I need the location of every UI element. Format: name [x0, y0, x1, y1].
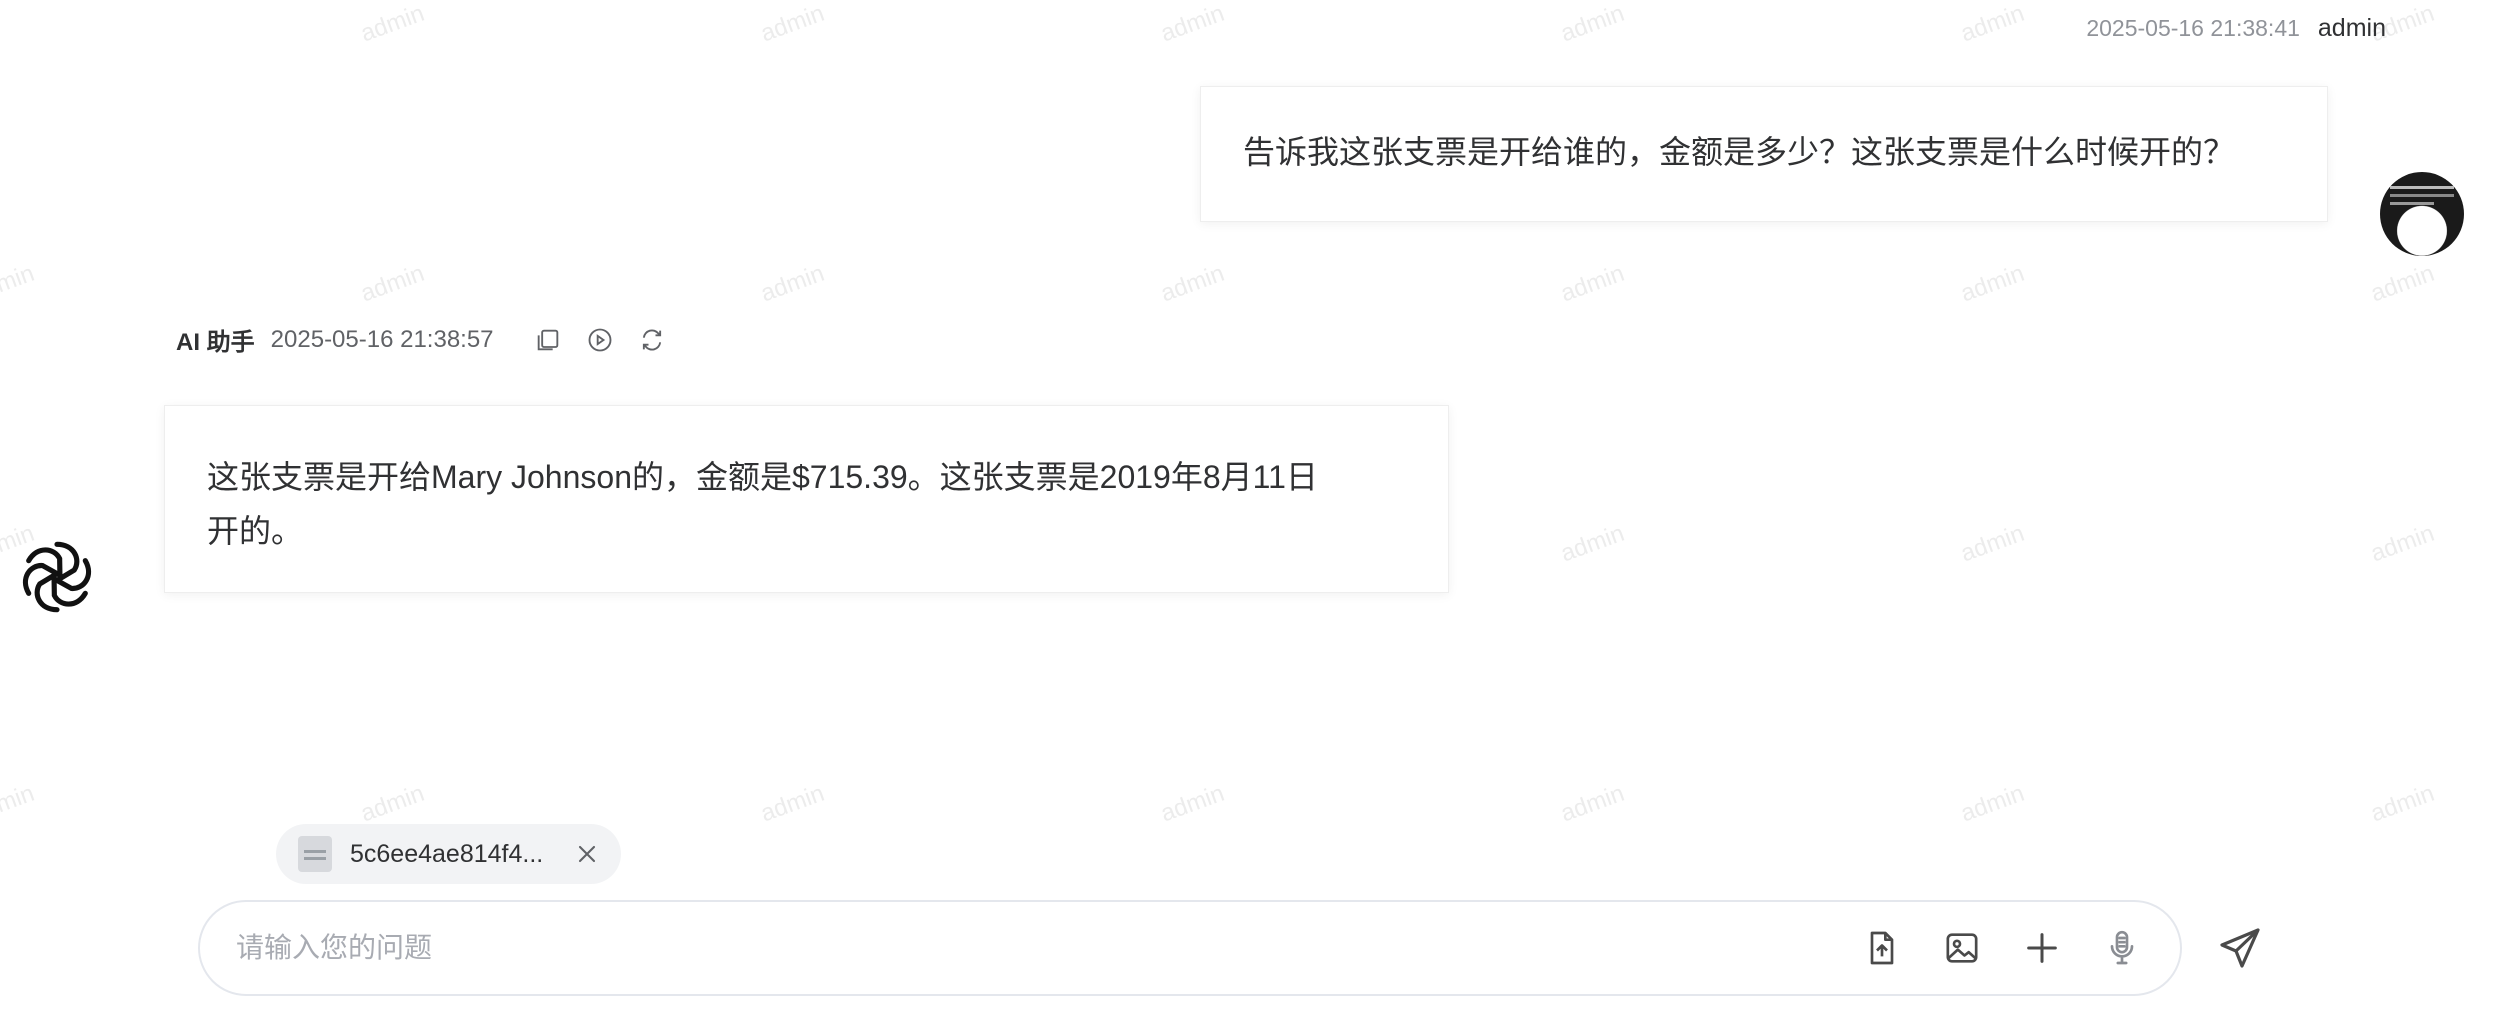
- watermark: admin: [1557, 779, 1628, 828]
- ai-assistant-name: AI 助手: [176, 329, 255, 356]
- user-message-timestamp: 2025-05-16 21:38:41: [2086, 15, 2300, 41]
- ai-message-timestamp: 2025-05-16 21:38:57: [270, 325, 494, 353]
- watermark: admin: [1957, 779, 2028, 828]
- upload-file-icon[interactable]: [1858, 924, 1906, 972]
- watermark: admin: [357, 779, 428, 828]
- watermark: admin: [1957, 0, 2028, 48]
- play-icon[interactable]: [584, 324, 616, 356]
- watermark: admin: [1957, 519, 2028, 568]
- attachment-filename: 5c6ee4ae814f4...: [350, 839, 544, 868]
- ai-message-meta: AI 助手 2025-05-16 21:38:57: [176, 322, 668, 357]
- watermark: admin: [1157, 0, 1228, 48]
- image-thumbnail-icon: [298, 836, 332, 872]
- microphone-icon[interactable]: [2098, 924, 2146, 972]
- watermark: admin: [357, 259, 428, 308]
- watermark: admin: [1157, 259, 1228, 308]
- watermark: admin: [1957, 259, 2028, 308]
- ai-message-text-line: 这张支票是开给Mary Johnson的，金额是$715.39。这张支票是201…: [207, 459, 1318, 495]
- refresh-icon[interactable]: [636, 324, 668, 356]
- send-icon: [2220, 928, 2260, 968]
- watermark: admin: [1157, 779, 1228, 828]
- question-input[interactable]: [234, 931, 1826, 965]
- watermark: admin: [0, 259, 38, 308]
- attachment-chip[interactable]: 5c6ee4ae814f4...: [276, 824, 621, 884]
- ai-message-bubble: 这张支票是开给Mary Johnson的，金额是$715.39。这张支票是201…: [164, 405, 1449, 593]
- watermark: admin: [757, 0, 828, 48]
- watermark: admin: [357, 0, 428, 48]
- send-button[interactable]: [2200, 904, 2280, 992]
- chat-input-bar: [198, 900, 2182, 996]
- user-message-meta: 2025-05-16 21:38:41 admin: [2086, 14, 2386, 43]
- watermark: admin: [1557, 519, 1628, 568]
- user-message-bubble: 告诉我这张支票是开给谁的，金额是多少？这张支票是什么时候开的？: [1200, 86, 2328, 222]
- user-message-text: 告诉我这张支票是开给谁的，金额是多少？这张支票是什么时候开的？: [1243, 134, 2236, 170]
- watermark: admin: [1557, 0, 1628, 48]
- close-icon[interactable]: [573, 840, 601, 868]
- watermark: admin: [2367, 259, 2438, 308]
- user-avatar: [2380, 172, 2464, 256]
- watermark: admin: [757, 779, 828, 828]
- watermark: admin: [0, 779, 38, 828]
- user-name: admin: [2317, 14, 2386, 42]
- watermark: admin: [1557, 259, 1628, 308]
- ai-message-text-line: 开的。: [207, 513, 304, 549]
- ai-logo-icon: [14, 534, 100, 620]
- plus-icon[interactable]: [2018, 924, 2066, 972]
- watermark: admin: [2367, 779, 2438, 828]
- image-icon[interactable]: [1938, 924, 1986, 972]
- copy-icon[interactable]: [532, 324, 564, 356]
- watermark: admin: [757, 259, 828, 308]
- watermark: admin: [2367, 519, 2438, 568]
